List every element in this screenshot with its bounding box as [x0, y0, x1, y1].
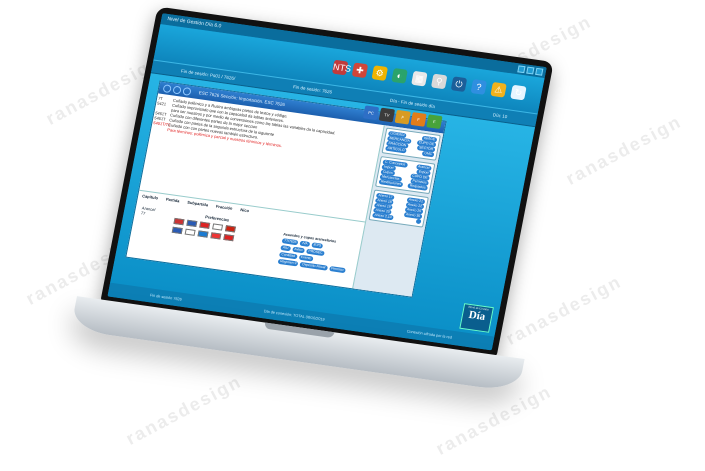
- search-icon[interactable]: ⚲: [430, 73, 448, 90]
- pc-button[interactable]: PC: [362, 105, 380, 121]
- refresh-icon[interactable]: ↻: [510, 84, 527, 101]
- help-icon[interactable]: ?: [470, 79, 488, 95]
- tariff-panel: ESC 7626 Sección: Importación. ESC 7626 …: [125, 80, 447, 298]
- robot-icon[interactable]: ✚: [351, 62, 369, 79]
- nav-item[interactable]: Nico: [240, 207, 250, 213]
- acuerdo-pill[interactable]: Permiso: [328, 265, 346, 274]
- app-window: Nivel de Gestión Día 6.0 NTS ✚ ⚙ ◐ ▦ ⚲ ⏻? ⚠ ↻ Fi…: [107, 13, 547, 351]
- preferencias-label: Preferencias: [204, 214, 230, 223]
- flag-icon[interactable]: [199, 221, 211, 229]
- status-left: Fin de sesión 7626: [149, 293, 183, 302]
- nav-item[interactable]: Fracción: [216, 204, 233, 211]
- gears-icon[interactable]: ⚙: [371, 65, 389, 81]
- flag-icon[interactable]: [210, 232, 222, 240]
- app-logo: Nivel de Gestión Día: [459, 303, 494, 333]
- flag-icon[interactable]: [212, 223, 224, 231]
- acuerdo-pill[interactable]: Depósito Fiscal: [299, 261, 328, 271]
- maximize-button[interactable]: [526, 66, 535, 75]
- screenshot-stage: ranasdesign ranasdesign ranasdesign rana…: [0, 0, 705, 471]
- nav-item[interactable]: Subpartida: [187, 200, 209, 208]
- circle-icon[interactable]: [162, 84, 172, 94]
- side-box: C. Conceptos Arancel Import Export Cupos CUPO…: [374, 156, 436, 195]
- status-right: Conexión cifrada por la red: [406, 329, 453, 340]
- nav-item[interactable]: Capítulo: [142, 193, 159, 200]
- flag-icon[interactable]: [186, 219, 198, 228]
- status-middle: Día de conexión: TOTAL 08/10/2019: [263, 309, 325, 322]
- flag-icon[interactable]: [224, 225, 236, 233]
- power-icon[interactable]: ⏻: [450, 76, 468, 93]
- flag-icon[interactable]: [184, 228, 196, 236]
- circle-icon[interactable]: [182, 86, 192, 96]
- code-item[interactable]: 5451T/T5: [153, 120, 171, 127]
- side-pill[interactable]: [415, 218, 422, 225]
- laptop: Nivel de Gestión Día 6.0 NTS ✚ ⚙ ◐ ▦ ⚲ ⏻? ⚠ ↻ Fi…: [50, 0, 687, 471]
- globe-icon[interactable]: ◐: [391, 68, 408, 84]
- side-box: Anexo 17 Anexo 21 Anexo 18 Anexo 22 Anexo 19…: [368, 189, 429, 228]
- minimize-button[interactable]: [517, 65, 526, 74]
- flag-icon[interactable]: [173, 217, 185, 226]
- side-box: LIGIE/IGI IGI/IGE MERCANCIA CUPO DE FRACCIÓN…: [381, 127, 441, 161]
- laptop-screen-bezel: Nivel de Gestión Día 6.0 NTS ✚ ⚙ ◐ ▦ ⚲ ⏻? ⚠ ↻ Fi…: [100, 6, 554, 358]
- folder-button[interactable]: F: [394, 109, 411, 125]
- flag-icon[interactable]: [171, 226, 183, 235]
- chart-icon[interactable]: ▦: [411, 70, 428, 87]
- acuerdos-box: Acuerdos y cupos arancelarios 7T/7626 IVA…: [277, 231, 363, 276]
- circle-icon[interactable]: [172, 85, 182, 95]
- flag-icon[interactable]: [197, 230, 209, 238]
- nav-item[interactable]: Partida: [166, 197, 180, 204]
- session-extra-text: Día: 10: [492, 111, 508, 119]
- warning-icon[interactable]: ⚠: [490, 81, 507, 98]
- flag-icon[interactable]: [223, 234, 235, 242]
- tv-button[interactable]: TV: [378, 107, 396, 123]
- session-center-text: Fin de sesión: 7626: [292, 83, 333, 95]
- close-button[interactable]: [535, 67, 544, 76]
- green-folder-button[interactable]: F: [426, 114, 443, 130]
- acuerdo-pill[interactable]: Régimen 9: [277, 258, 299, 267]
- orange-folder-button[interactable]: F: [410, 112, 427, 127]
- side-pill[interactable]: UMC: [421, 150, 435, 158]
- nts-icon[interactable]: NTS: [331, 59, 352, 76]
